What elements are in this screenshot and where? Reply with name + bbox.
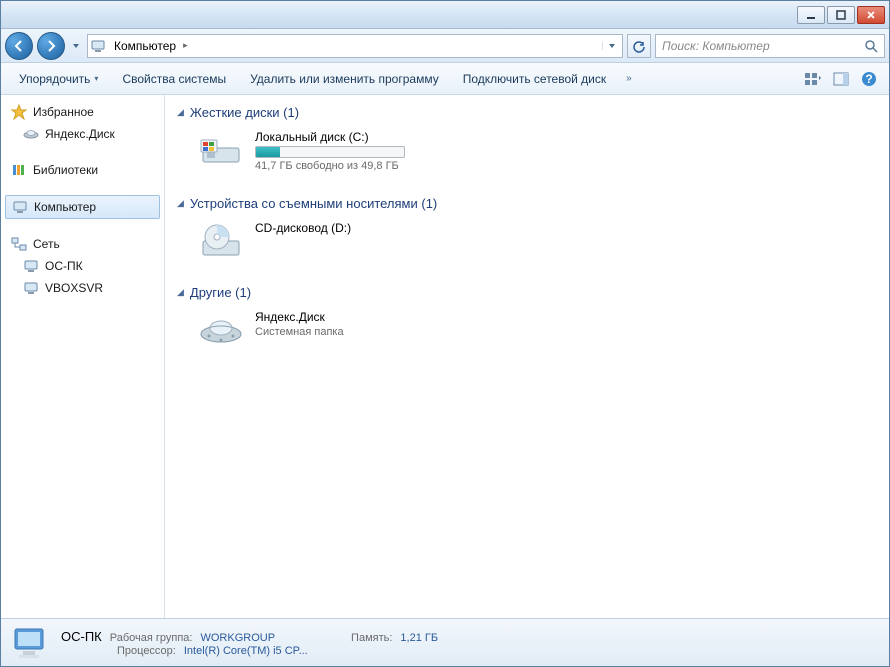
ufo-icon: [23, 126, 39, 142]
libraries-icon: [11, 162, 27, 178]
collapse-icon: ◢: [177, 287, 184, 298]
sidebar-item-os-pk[interactable]: ОС-ПК: [1, 255, 164, 277]
preview-pane-button[interactable]: [829, 67, 853, 91]
sidebar-item-yandex-disk[interactable]: Яндекс.Диск: [1, 123, 164, 145]
sidebar-computer[interactable]: Компьютер: [5, 195, 160, 219]
category-other: ◢ Другие (1) Яндекс.Диск Системная папка: [177, 283, 877, 354]
status-cpu-label: Процессор:: [117, 645, 176, 657]
network-icon: [11, 236, 27, 252]
ufo-icon: [197, 310, 245, 350]
titlebar: [1, 1, 889, 29]
sidebar: Избранное Яндекс.Диск Библиотеки Компьют…: [1, 95, 165, 618]
category-hard-drives: ◢ Жесткие диски (1) Локальный диск (C:) …: [177, 103, 877, 176]
computer-icon: [12, 199, 28, 215]
svg-text:?: ?: [865, 72, 872, 86]
computer-icon: [23, 280, 39, 296]
drive-local-c[interactable]: Локальный диск (C:) 41,7 ГБ свободно из …: [197, 126, 877, 176]
collapse-icon: ◢: [177, 198, 184, 209]
navbar: Компьютер ▸ Поиск: Компьютер: [1, 29, 889, 63]
minimize-button[interactable]: [797, 6, 825, 24]
refresh-button[interactable]: [627, 34, 651, 58]
status-workgroup-label: Рабочая группа:: [110, 632, 193, 644]
cd-drive-icon: [197, 221, 245, 261]
system-properties-button[interactable]: Свойства системы: [112, 68, 236, 90]
category-header[interactable]: ◢ Устройства со съемными носителями (1): [177, 194, 877, 217]
search-placeholder: Поиск: Компьютер: [662, 39, 864, 53]
category-header[interactable]: ◢ Другие (1): [177, 283, 877, 306]
sidebar-item-vboxsvr[interactable]: VBOXSVR: [1, 277, 164, 299]
computer-icon: [90, 38, 106, 54]
map-network-drive-button[interactable]: Подключить сетевой диск: [453, 68, 616, 90]
explorer-window: Компьютер ▸ Поиск: Компьютер Упорядочить…: [0, 0, 890, 667]
toolbar-overflow[interactable]: »: [620, 73, 638, 84]
close-button[interactable]: [857, 6, 885, 24]
history-dropdown[interactable]: [69, 42, 83, 50]
sidebar-favorites[interactable]: Избранное: [1, 101, 164, 123]
status-memory-label: Память:: [351, 632, 392, 644]
drive-subtitle: Системная папка: [255, 326, 344, 338]
status-workgroup: WORKGROUP: [200, 632, 275, 644]
search-icon: [864, 39, 878, 53]
star-icon: [11, 104, 27, 120]
toolbar: Упорядочить▾ Свойства системы Удалить ил…: [1, 63, 889, 95]
drive-name: CD-дисковод (D:): [255, 221, 351, 235]
back-button[interactable]: [5, 32, 33, 60]
category-header[interactable]: ◢ Жесткие диски (1): [177, 103, 877, 126]
statusbar: ОС-ПК Рабочая группа: WORKGROUP Память: …: [1, 618, 889, 666]
chevron-right-icon[interactable]: ▸: [183, 40, 188, 51]
address-dropdown[interactable]: [602, 42, 620, 50]
help-button[interactable]: ?: [857, 67, 881, 91]
drive-yandex-disk[interactable]: Яндекс.Диск Системная папка: [197, 306, 877, 354]
view-options-button[interactable]: [801, 67, 825, 91]
maximize-button[interactable]: [827, 6, 855, 24]
status-memory: 1,21 ГБ: [400, 632, 438, 644]
drive-name: Локальный диск (C:): [255, 130, 405, 144]
organize-menu[interactable]: Упорядочить▾: [9, 68, 108, 90]
hard-drive-icon: [197, 130, 245, 170]
status-computer-name: ОС-ПК: [61, 629, 102, 644]
drive-name: Яндекс.Диск: [255, 310, 344, 324]
content-pane: ◢ Жесткие диски (1) Локальный диск (C:) …: [165, 95, 889, 618]
address-path: Компьютер ▸: [110, 37, 598, 55]
computer-icon: [11, 625, 51, 661]
address-segment[interactable]: Компьютер: [110, 37, 180, 55]
drive-cd-d[interactable]: CD-дисковод (D:): [197, 217, 877, 265]
status-cpu: Intel(R) Core(TM) i5 CP...: [184, 645, 308, 657]
category-removable: ◢ Устройства со съемными носителями (1) …: [177, 194, 877, 265]
sidebar-libraries[interactable]: Библиотеки: [1, 159, 164, 181]
search-input[interactable]: Поиск: Компьютер: [655, 34, 885, 58]
sidebar-network[interactable]: Сеть: [1, 233, 164, 255]
collapse-icon: ◢: [177, 107, 184, 118]
address-bar[interactable]: Компьютер ▸: [87, 34, 623, 58]
drive-free-space: 41,7 ГБ свободно из 49,8 ГБ: [255, 160, 405, 172]
forward-button[interactable]: [37, 32, 65, 60]
drive-usage-bar: [255, 146, 405, 158]
computer-icon: [23, 258, 39, 274]
body: Избранное Яндекс.Диск Библиотеки Компьют…: [1, 95, 889, 618]
uninstall-programs-button[interactable]: Удалить или изменить программу: [240, 68, 449, 90]
